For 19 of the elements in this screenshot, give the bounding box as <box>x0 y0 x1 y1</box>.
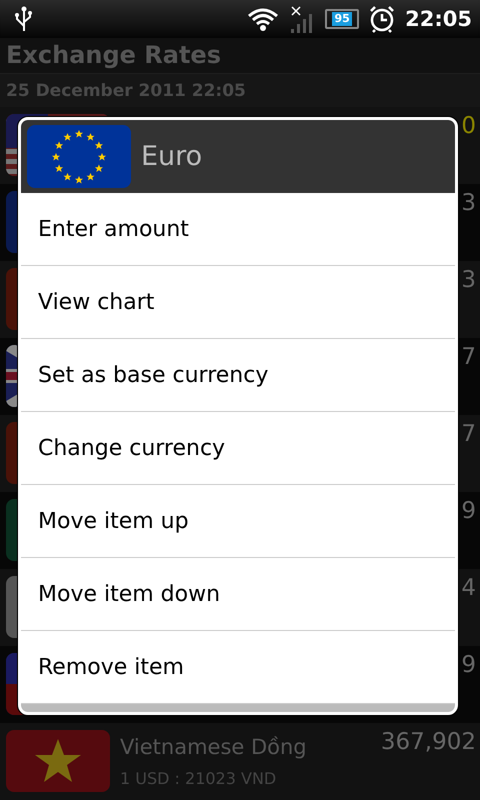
currency-name: Vietnamese Dồng <box>120 734 308 759</box>
currency-amount: 3 <box>461 266 476 293</box>
app-title: Exchange Rates <box>0 38 480 74</box>
currency-amount: 9 <box>461 498 476 524</box>
currency-amount: 3 <box>461 190 476 216</box>
status-time: 22:05 <box>405 6 472 31</box>
menu-title: Euro <box>141 141 202 172</box>
currency-amount: 4 <box>461 574 476 601</box>
usb-icon <box>14 6 34 32</box>
alarm-clock-icon <box>369 4 396 33</box>
currency-amount: 7 <box>461 344 476 370</box>
currency-amount: 9 <box>461 652 476 678</box>
flag-icon <box>27 125 131 188</box>
battery-level: 95 <box>332 12 352 26</box>
currency-amount: 7 <box>461 420 476 447</box>
flag-icon <box>6 730 110 792</box>
currency-amount: 0 <box>461 112 476 139</box>
wifi-icon <box>247 6 280 31</box>
currency-amount: 367,902 <box>380 728 476 755</box>
